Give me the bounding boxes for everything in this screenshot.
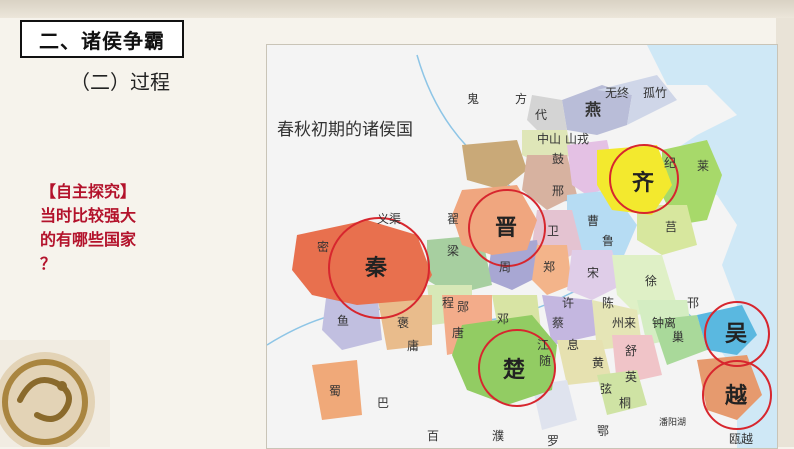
task-line-1: 【自主探究】 <box>40 182 137 201</box>
label-lu: 鲁 <box>602 234 614 248</box>
label-bai: 百 <box>427 429 439 443</box>
label-di: 翟 <box>447 212 459 226</box>
label-deng: 邓 <box>497 312 509 326</box>
historical-map: 春秋初期的诸侯国 秦 晋 楚 齐 吴 越 鬼 方 无终 孤竹 燕 代 中山 山戎… <box>267 45 777 448</box>
subheading: （二）过程 <box>70 70 170 94</box>
label-song: 宋 <box>587 265 599 280</box>
label-guzhu: 孤竹 <box>643 86 667 100</box>
label-pu: 濮 <box>492 428 504 443</box>
label-cao: 曹 <box>587 214 599 228</box>
label-chen: 陈 <box>602 295 614 310</box>
label-mi: 密 <box>317 239 329 254</box>
task-line-2: 当时比较强大 <box>40 206 137 225</box>
label-yan: 燕 <box>585 100 601 119</box>
label-bao: 褒 <box>397 316 409 330</box>
label-jiang: 江 <box>537 338 549 352</box>
label-zhoulai: 州来 <box>612 316 636 330</box>
label-gu: 鼓 <box>552 152 564 166</box>
label-wei: 卫 <box>547 224 559 238</box>
label-shanrong: 山戎 <box>565 132 589 146</box>
state-qin <box>292 220 432 305</box>
label-dai: 代 <box>535 108 547 122</box>
label-zheng: 郑 <box>543 259 555 274</box>
label-liang: 梁 <box>447 243 459 258</box>
right-decor-strip <box>776 18 794 447</box>
label-xu2: 许 <box>562 296 574 310</box>
label-ju: 莒 <box>665 220 677 234</box>
label-yue: 越 <box>724 384 748 409</box>
task-line-4: ？ <box>40 254 57 273</box>
label-shu: 舒 <box>625 344 637 358</box>
dragon-ornament-icon <box>0 340 110 447</box>
task-prompt: 【自主探究】 当时比较强大 的有哪些国家 ？ <box>40 180 190 276</box>
label-jin: 晋 <box>495 216 517 241</box>
map-panel: 春秋初期的诸侯国 秦 晋 楚 齐 吴 越 鬼 方 无终 孤竹 燕 代 中山 山戎… <box>266 44 778 449</box>
label-xing: 邢 <box>552 184 564 198</box>
label-fang: 方 <box>515 91 527 106</box>
label-cai: 蔡 <box>552 316 564 330</box>
label-poyang-lake: 潘阳湖 <box>659 416 686 428</box>
label-sui: 随 <box>539 353 551 368</box>
label-zhongli: 钟离 <box>652 315 676 330</box>
label-luo: 罗 <box>547 434 559 448</box>
label-chao: 巢 <box>672 330 684 344</box>
label-tang: 唐 <box>452 325 464 340</box>
label-yong: 庸 <box>407 338 419 353</box>
label-huang: 黄 <box>592 356 604 370</box>
label-yu: 鱼 <box>337 314 349 328</box>
label-zhongshan: 中山 <box>537 131 561 146</box>
label-wu: 吴 <box>725 322 747 347</box>
label-xu: 徐 <box>645 273 657 288</box>
label-e: 鄂 <box>597 424 609 438</box>
task-line-3: 的有哪些国家 <box>40 230 137 249</box>
section-heading: 二、诸侯争霸 <box>39 28 165 53</box>
label-cheng: 程 <box>442 295 454 310</box>
label-lai: 莱 <box>697 159 709 173</box>
label-qi: 齐 <box>632 170 655 196</box>
label-xi: 息 <box>567 337 579 352</box>
label-gui: 鬼 <box>467 91 479 106</box>
label-qin: 秦 <box>364 256 388 281</box>
map-title: 春秋初期的诸侯国 <box>277 120 413 140</box>
label-ying: 英 <box>625 370 637 384</box>
label-xian: 弦 <box>600 381 612 396</box>
label-wuzhong: 无终 <box>605 85 629 100</box>
top-decor-strip <box>0 0 794 18</box>
label-yun: 郧 <box>457 300 469 314</box>
label-zhou: 周 <box>499 260 511 274</box>
state-jiaocao-region <box>462 140 527 190</box>
label-shu-west: 蜀 <box>329 384 341 398</box>
label-ba: 巴 <box>377 396 389 410</box>
label-chu: 楚 <box>503 358 525 383</box>
label-yiqu: 义渠 <box>377 212 401 226</box>
section-heading-box: 二、诸侯争霸 <box>20 20 184 58</box>
label-tong: 桐 <box>619 396 631 410</box>
label-han: 邗 <box>687 296 699 310</box>
label-ouyue: 瓯越 <box>729 432 753 446</box>
label-ji: 纪 <box>664 156 676 170</box>
